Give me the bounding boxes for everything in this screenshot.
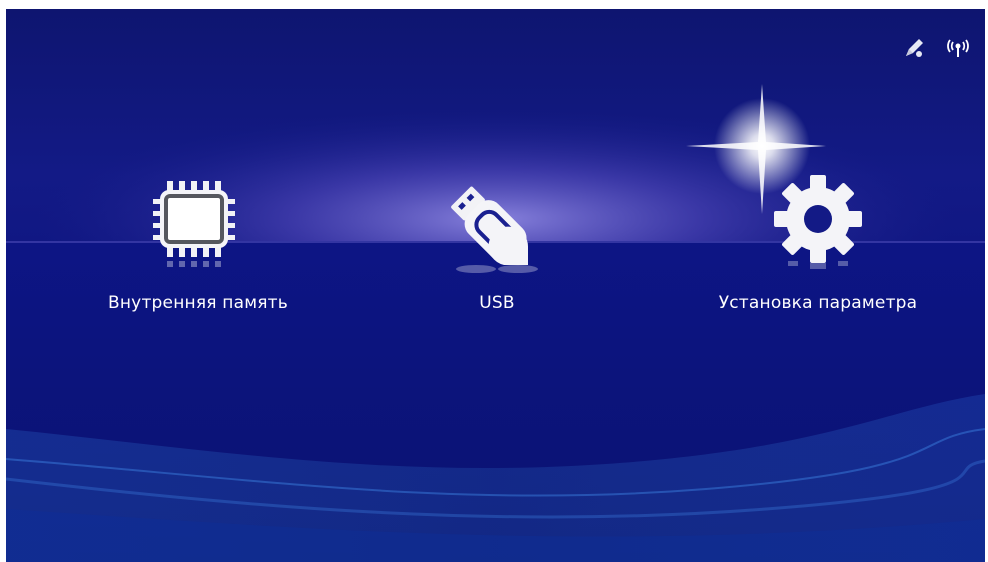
settings-gear-icon: [763, 169, 873, 279]
menu-label-internal-memory: Внутренняя память: [108, 293, 288, 313]
menu-item-usb[interactable]: USB: [377, 169, 617, 313]
memory-chip-icon: [143, 169, 253, 279]
menu-item-internal-memory[interactable]: Внутренняя память: [78, 169, 318, 313]
wireless-signal-icon[interactable]: [945, 35, 971, 61]
menu-item-settings[interactable]: Установка параметра: [698, 169, 938, 313]
pencil-icon[interactable]: [901, 35, 927, 61]
menu-label-usb: USB: [479, 293, 515, 313]
usb-drive-icon: [442, 169, 552, 279]
home-screen: Внутренняя память USB Установка параметр…: [6, 9, 985, 562]
status-icons: [901, 35, 971, 61]
menu-label-settings: Установка параметра: [718, 293, 918, 313]
